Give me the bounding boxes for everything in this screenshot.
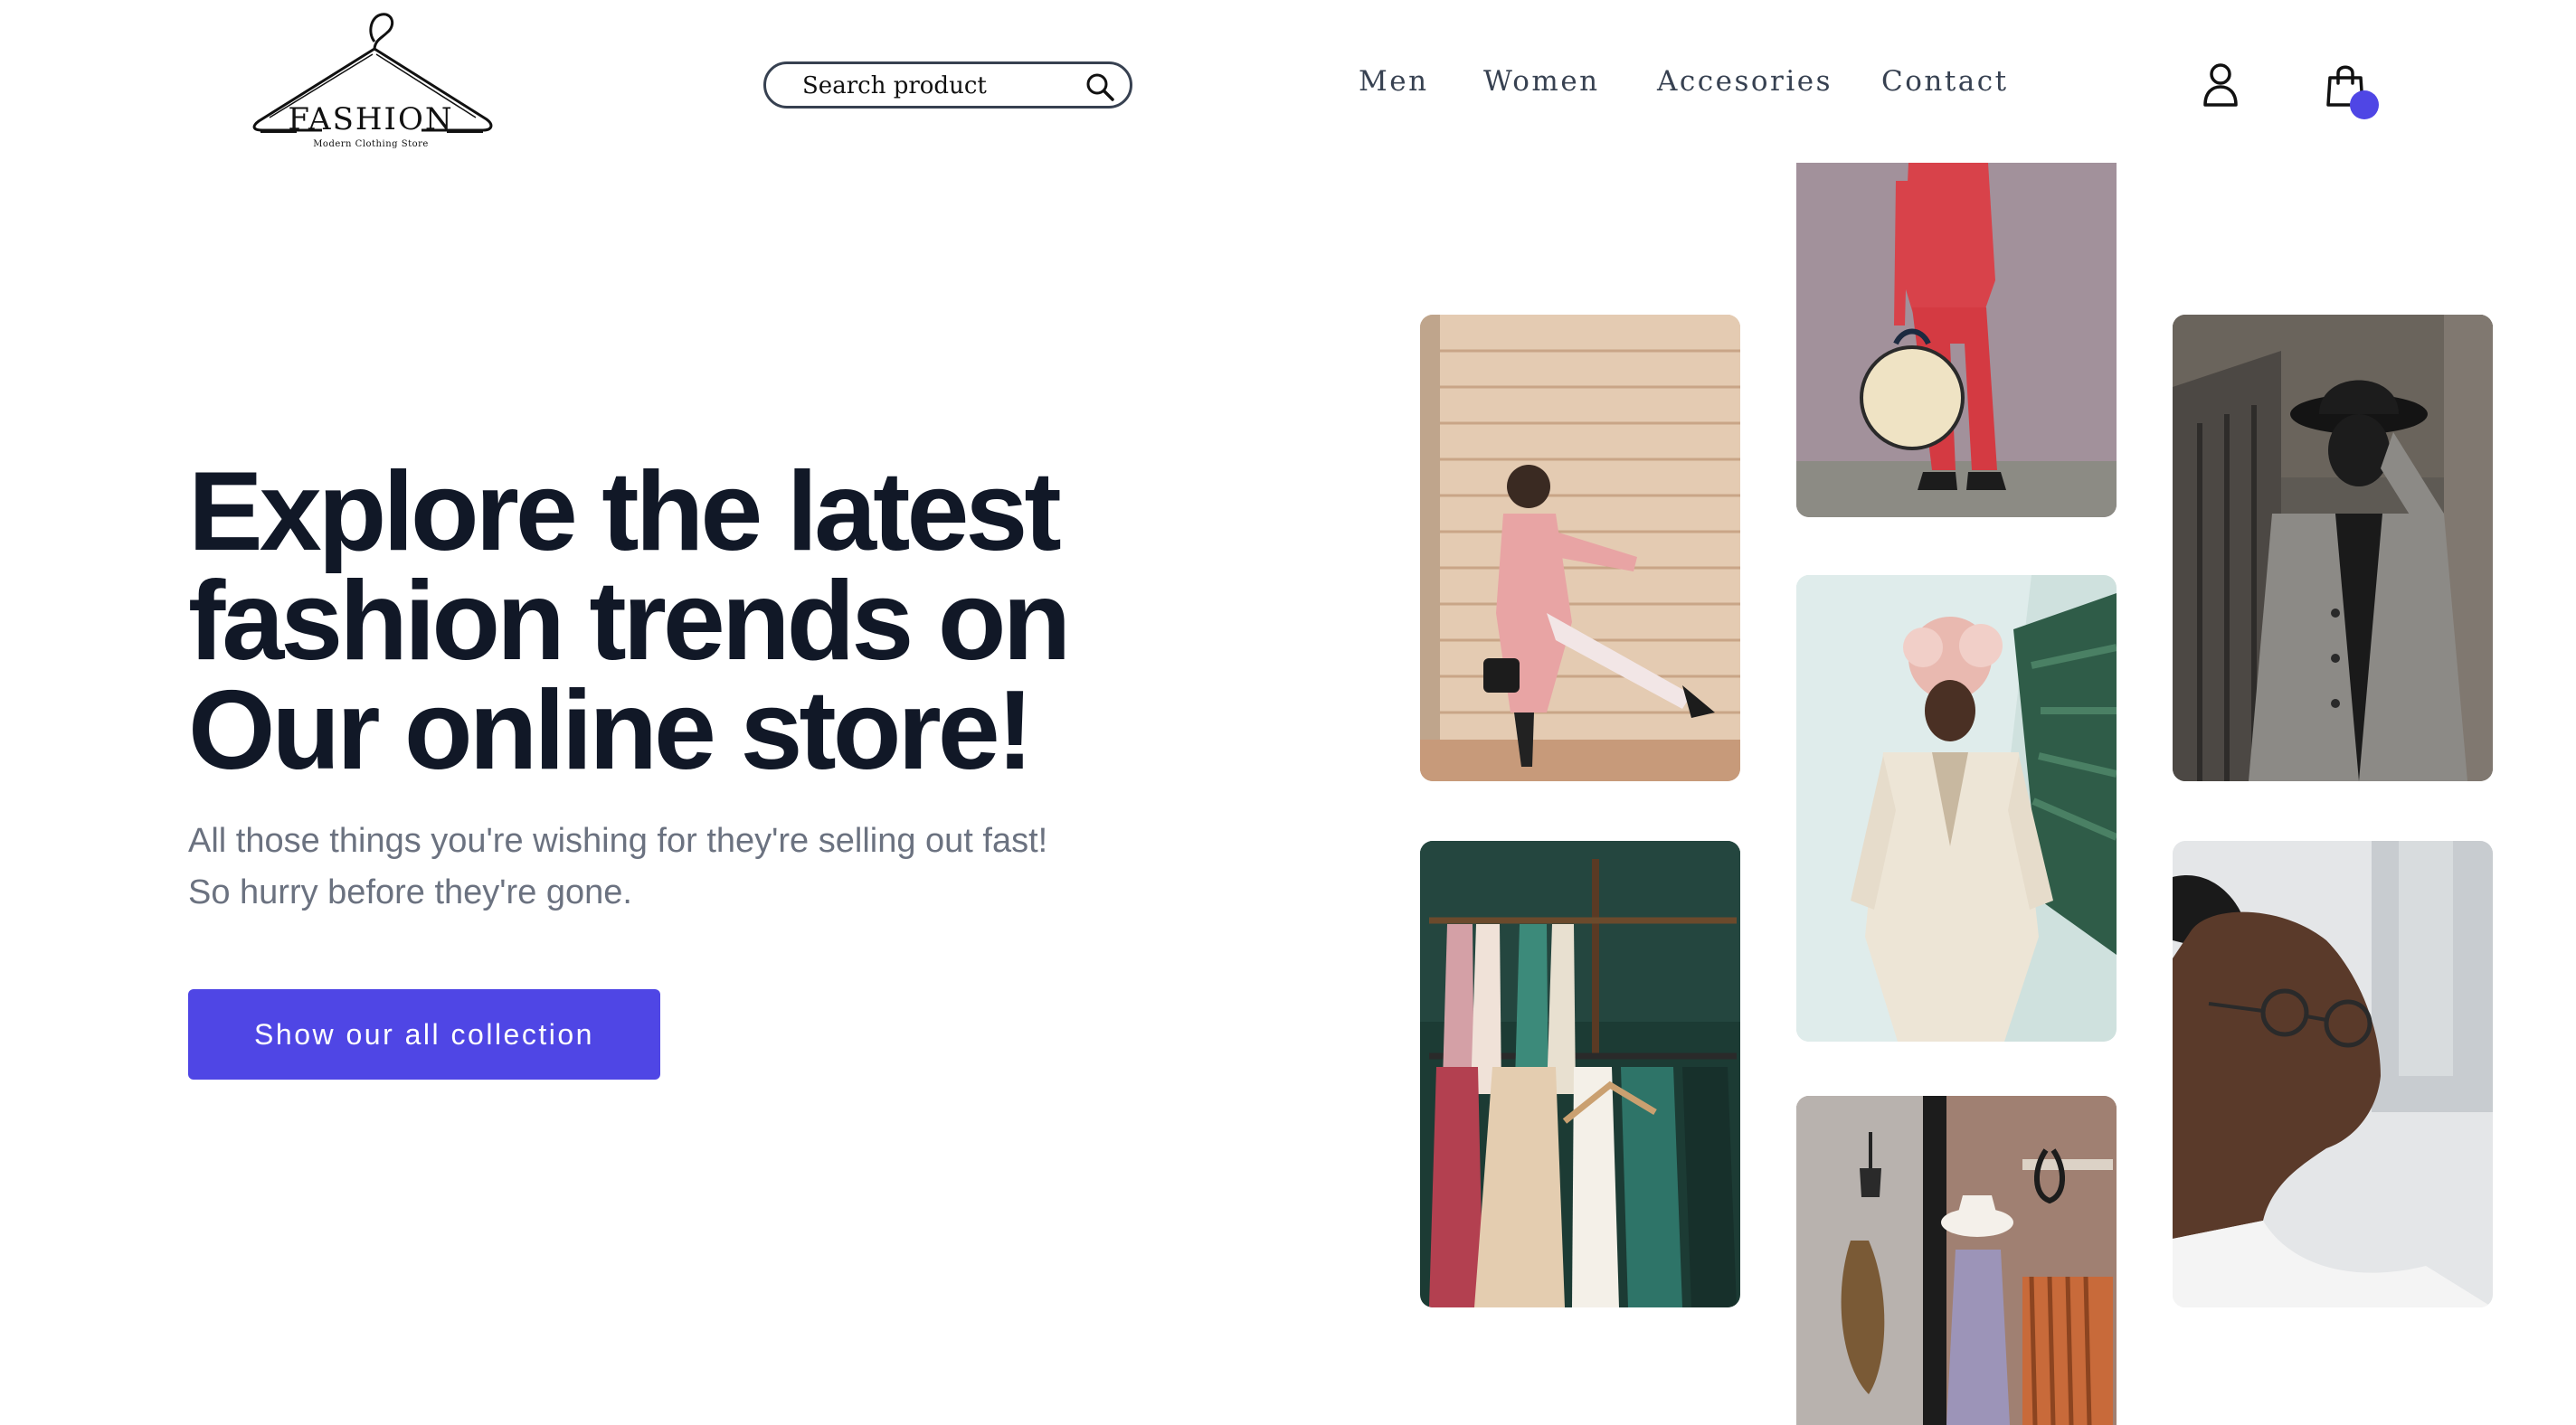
brand-name: FASHION — [288, 101, 454, 137]
gallery-photo-red-suit[interactable] — [1796, 163, 2117, 517]
search-input[interactable] — [802, 70, 1074, 102]
nav-item-men[interactable]: Men — [1359, 65, 1429, 98]
gallery-photo-boutique[interactable] — [1796, 1096, 2117, 1425]
photo-white-suit-floral — [1796, 575, 2117, 1042]
hero-title: Explore the latest fashion trends on Our… — [188, 449, 1129, 793]
nav-item-accesories[interactable]: Accesories — [1657, 65, 1833, 98]
brand-tagline: Modern Clothing Store — [313, 139, 429, 149]
photo-man-glasses — [2173, 841, 2493, 1307]
hero-subtitle-line: So hurry before they're gone. — [188, 873, 632, 911]
hero-subtitle-line: All those things you're wishing for they… — [188, 822, 1048, 860]
search-icon[interactable] — [1084, 71, 1115, 102]
hero-title-line: Explore the latest — [188, 449, 1062, 574]
hero-title-line: fashion trends on — [188, 559, 1071, 684]
nav-item-contact[interactable]: Contact — [1881, 65, 2009, 98]
user-icon[interactable] — [2200, 61, 2241, 109]
hero-subtitle: All those things you're wishing for they… — [188, 816, 1183, 919]
search-bar — [763, 61, 1132, 109]
gallery-photo-clothing-rack[interactable] — [1420, 841, 1740, 1307]
photo-grey-coat-hat — [2173, 315, 2493, 781]
nav-item-women[interactable]: Women — [1483, 65, 1600, 98]
photo-red-suit — [1796, 163, 2117, 517]
gallery-photo-man-glasses[interactable] — [2173, 841, 2493, 1307]
gallery-photo-white-suit[interactable] — [1796, 575, 2117, 1042]
cart-button[interactable] — [2325, 63, 2384, 127]
hero-title-line: Our online store! — [188, 668, 1034, 793]
cart-badge — [2350, 90, 2379, 119]
show-collection-button[interactable]: Show our all collection — [188, 989, 660, 1080]
photo-clothing-rack — [1420, 841, 1740, 1307]
gallery-photo-pink-coat[interactable] — [1420, 315, 1740, 781]
brand-logo[interactable]: FASHION Modern Clothing Store — [242, 2, 499, 156]
gallery-photo-grey-coat[interactable] — [2173, 315, 2493, 781]
photo-boutique-interior — [1796, 1096, 2117, 1425]
photo-woman-pink-coat — [1420, 315, 1740, 781]
